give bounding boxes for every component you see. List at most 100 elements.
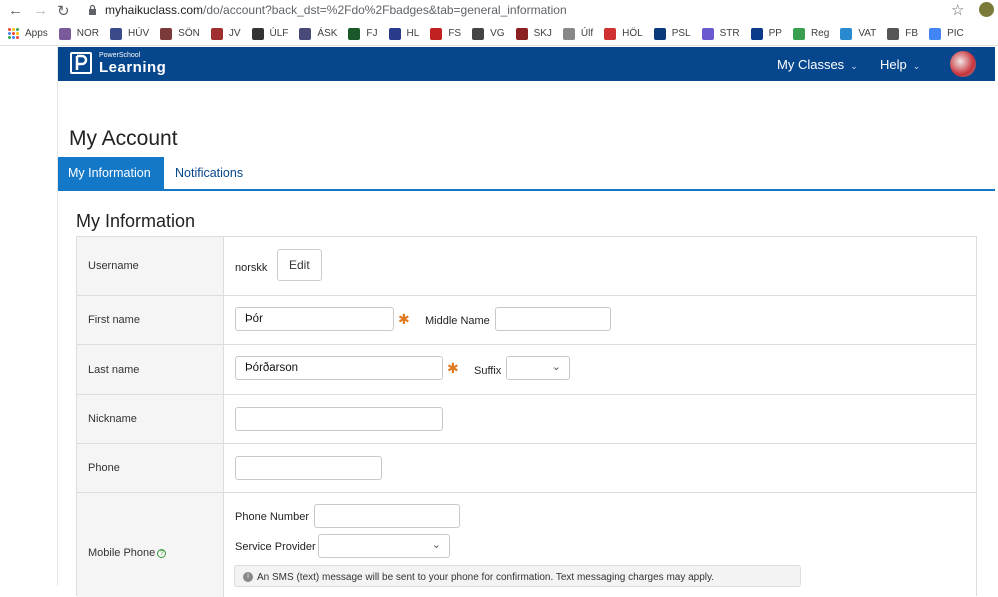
sms-notice-text: An SMS (text) message will be sent to yo… (257, 572, 715, 583)
my-classes-menu[interactable]: My Classes ⌄ (777, 57, 858, 72)
logo-big-text: Learning (99, 59, 167, 76)
section-title: My Information (76, 211, 196, 231)
bookmark-9[interactable]: FS (430, 27, 461, 40)
username-label: Username (88, 260, 139, 272)
favicon-icon (299, 27, 312, 40)
required-icon: ✱ (398, 311, 410, 327)
form-row-phone: Phone (77, 444, 976, 493)
chevron-down-icon: ⌄ (431, 539, 441, 551)
bookmarks-bar: Apps NOR HÚV SÖN JV ÚLF ÁSK FJ HL FS VG SKJ Úlf HÖL PS… (0, 22, 998, 46)
favicon-icon (562, 27, 575, 40)
service-provider-label: Service Provider (235, 541, 316, 553)
bookmark-20[interactable]: PIC (929, 27, 964, 40)
bookmark-10[interactable]: VG (472, 27, 505, 40)
bookmark-label: STR (719, 28, 740, 39)
bookmark-19[interactable]: FB (887, 27, 918, 40)
favicon-icon (210, 27, 223, 40)
favicon-icon (887, 27, 900, 40)
apps-grid-icon (8, 28, 19, 39)
bookmark-4[interactable]: JV (210, 27, 241, 40)
avatar[interactable] (950, 51, 976, 77)
favicon-icon (792, 27, 805, 40)
favicon-icon (653, 27, 666, 40)
nickname-label: Nickname (88, 413, 137, 425)
mobile-phone-label-text: Mobile Phone (88, 547, 156, 559)
bookmark-label: NOR (76, 28, 100, 39)
back-icon[interactable]: ← (8, 2, 23, 19)
phone-number-label: Phone Number (235, 511, 309, 523)
bookmark-18[interactable]: VAT (840, 27, 877, 40)
bookmark-8[interactable]: HL (388, 27, 419, 40)
favicon-icon (750, 27, 763, 40)
favicon-icon (348, 27, 361, 40)
logo-small-text: PowerSchool (99, 52, 141, 59)
favicon-icon (515, 27, 528, 40)
bookmark-label: HÚV (128, 28, 150, 39)
powerschool-logo-icon[interactable] (70, 52, 92, 74)
page-gutter (0, 47, 57, 586)
bookmark-12[interactable]: Úlf (562, 27, 593, 40)
my-classes-label: My Classes (777, 57, 845, 72)
form-row-nickname: Nickname (77, 395, 976, 444)
form-row-first-name: First name Þór ✱ Middle Name (77, 296, 976, 345)
bookmark-label: ÁSK (317, 28, 338, 39)
forward-icon[interactable]: → (33, 2, 48, 19)
bookmark-label: VAT (858, 28, 877, 39)
bookmark-5[interactable]: ÚLF (251, 27, 289, 40)
url-path: /do/account?back_dst=%2Fdo%2Fbadges&tab=… (203, 3, 567, 17)
suffix-select[interactable]: ⌄ (506, 356, 570, 380)
first-name-field[interactable]: Þór (235, 307, 394, 331)
bookmark-1[interactable]: NOR (58, 27, 100, 40)
bookmark-star-icon[interactable]: ☆ (951, 1, 964, 19)
account-tabs: My Information Notifications (58, 157, 995, 191)
extension-icon[interactable] (979, 2, 994, 17)
address-bar[interactable]: myhaikuclass.com/do/account?back_dst=%2F… (105, 3, 567, 17)
bookmark-11[interactable]: SKJ (515, 27, 552, 40)
reload-icon[interactable]: ↻ (57, 2, 70, 20)
tab-my-information[interactable]: My Information (58, 157, 164, 189)
bookmark-3[interactable]: SÖN (160, 27, 200, 40)
phone-number-field[interactable] (314, 504, 460, 528)
bookmark-2[interactable]: HÚV (110, 27, 150, 40)
app-header: PowerSchool Learning My Classes ⌄ Help ⌄ (58, 47, 995, 81)
bookmark-label: SKJ (533, 28, 552, 39)
bookmark-label: ÚLF (269, 28, 289, 39)
info-icon: i (243, 572, 253, 582)
chevron-down-icon: ⌄ (551, 361, 561, 373)
chevron-down-icon: ⌄ (850, 61, 858, 71)
bookmark-label: JV (228, 28, 241, 39)
bookmark-17[interactable]: Reg (792, 27, 829, 40)
middle-name-field[interactable] (495, 307, 611, 331)
nickname-field[interactable] (235, 407, 443, 431)
url-host: myhaikuclass.com (105, 3, 204, 17)
lock-icon (89, 4, 96, 15)
bookmark-16[interactable]: PP (750, 27, 782, 40)
last-name-label: Last name (88, 364, 140, 376)
form-row-last-name: Last name Þórðarson ✱ Suffix ⌄ (77, 345, 976, 395)
bookmark-label: PIC (947, 28, 964, 39)
favicon-icon (251, 27, 264, 40)
phone-field[interactable] (235, 456, 382, 480)
bookmark-14[interactable]: PSL (653, 27, 691, 40)
help-menu[interactable]: Help ⌄ (880, 57, 920, 72)
help-icon[interactable]: ? (157, 548, 167, 558)
bookmark-7[interactable]: FJ (348, 27, 378, 40)
bookmark-label: PSL (671, 28, 691, 39)
username-value: norskk (235, 262, 268, 274)
service-provider-select[interactable]: ⌄ (318, 534, 450, 558)
bookmark-6[interactable]: ÁSK (299, 27, 338, 40)
favicon-icon (472, 27, 485, 40)
label-cell: Mobile Phone? (77, 493, 224, 597)
bookmark-0[interactable]: Apps (8, 28, 48, 39)
edit-username-button[interactable]: Edit (277, 249, 322, 281)
favicon-icon (58, 27, 71, 40)
page: PowerSchool Learning My Classes ⌄ Help ⌄ M… (57, 47, 995, 597)
last-name-field[interactable]: Þórðarson (235, 356, 443, 380)
bookmark-15[interactable]: STR (701, 27, 740, 40)
tab-notifications[interactable]: Notifications (165, 157, 253, 189)
suffix-label: Suffix (474, 365, 502, 377)
bookmark-13[interactable]: HÖL (604, 27, 643, 40)
favicon-icon (840, 27, 853, 40)
middle-name-label: Middle Name (425, 315, 490, 327)
favicon-icon (160, 27, 173, 40)
